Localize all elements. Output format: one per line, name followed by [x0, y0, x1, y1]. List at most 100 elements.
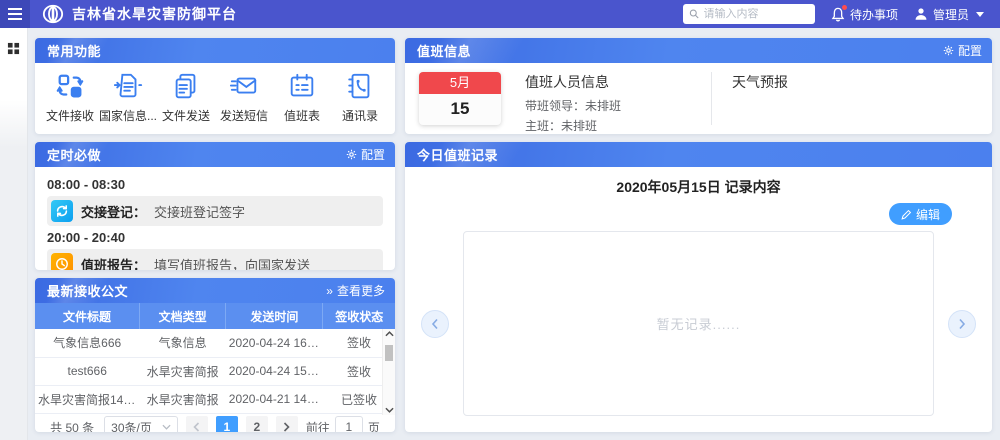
prev-page-button[interactable] [186, 416, 208, 432]
col-header-status: 签收状态 [323, 303, 395, 329]
contacts-icon [345, 71, 375, 101]
carousel-next-button[interactable] [948, 310, 976, 338]
duty-roster-icon [287, 71, 317, 101]
func-file-send[interactable]: 文件发送 [158, 71, 214, 124]
func-file-receive[interactable]: 文件接收 [42, 71, 98, 124]
double-chevron-icon: » [326, 284, 333, 298]
page-size-select[interactable]: 30条/页 [104, 416, 178, 432]
user-label: 管理员 [933, 6, 969, 23]
table-row: test666 水旱灾害简报 2020-04-24 15:1... 签收 [35, 357, 395, 385]
carousel-prev-button[interactable] [421, 310, 449, 338]
main-content: 常用功能 文件接收 国家信息... 文件发送 [28, 28, 1000, 440]
menu-toggle-button[interactable] [0, 0, 30, 28]
chevron-right-icon [283, 422, 290, 432]
calendar-month: 5月 [419, 72, 501, 94]
record-content-box: 暂无记录...... [463, 231, 934, 416]
scrollbar-thumb[interactable] [385, 345, 393, 361]
chevron-right-icon [958, 318, 966, 330]
scheduled-tasks-panel: 定时必做 配置 08:00 - 08:30 交接登记： 交接班登记签字 [35, 142, 395, 270]
doc-type: 水旱灾害简报 [139, 385, 225, 413]
chevron-down-icon [976, 12, 984, 17]
app-logo-icon [42, 3, 64, 25]
today-record-panel: 今日值班记录 2020年05月15日 记录内容 编辑 [405, 142, 992, 432]
view-more-link[interactable]: » 查看更多 [326, 282, 385, 299]
scroll-up-icon[interactable] [385, 331, 394, 337]
chevron-left-icon [193, 422, 200, 432]
chevron-left-icon [431, 318, 439, 330]
doc-title-link[interactable]: test666 [35, 357, 139, 385]
search-box [683, 4, 815, 24]
func-contacts[interactable]: 通讯录 [332, 71, 388, 124]
task-row-report[interactable]: 值班报告： 填写值班报告，向国家发送 [47, 249, 383, 270]
file-send-icon [171, 71, 201, 101]
task-row-handover[interactable]: 交接登记： 交接班登记签字 [47, 196, 383, 226]
calendar-card: 5月 15 星期五 [419, 72, 501, 125]
func-label: 通讯录 [342, 107, 378, 124]
func-send-sms[interactable]: 发送短信 [216, 71, 272, 124]
todo-label: 待办事项 [850, 6, 898, 23]
received-docs-title: 最新接收公文 [47, 281, 128, 300]
doc-time: 2020-04-24 15:1... [226, 357, 323, 385]
doc-title-link[interactable]: 水旱灾害简报1417 [35, 385, 139, 413]
received-docs-panel: 最新接收公文 » 查看更多 文件标题 文档类型 发送时间 [35, 278, 395, 432]
duty-config-link[interactable]: 配置 [943, 42, 982, 59]
report-clock-icon [51, 253, 73, 270]
apps-grid-button[interactable] [7, 42, 20, 55]
user-menu[interactable]: 管理员 [914, 6, 984, 23]
func-label: 发送短信 [220, 107, 268, 124]
gear-icon [346, 149, 357, 160]
col-header-type: 文档类型 [139, 303, 225, 329]
notification-dot [842, 5, 847, 10]
received-docs-table: 文件标题 文档类型 发送时间 签收状态 气象信息666 气象信息 2020-04… [35, 303, 395, 414]
task-desc: 交接班登记签字 [154, 202, 245, 221]
table-row: 气象信息666 气象信息 2020-04-24 16:3... 签收 [35, 329, 395, 357]
task-time: 08:00 - 08:30 [47, 177, 383, 192]
page-button-1[interactable]: 1 [216, 416, 238, 432]
search-icon [689, 8, 700, 20]
func-national-info[interactable]: 国家信息... [100, 71, 156, 124]
top-bar: 吉林省水旱灾害防御平台 待办事项 管理员 [0, 0, 1000, 28]
duty-info-title: 值班信息 [417, 41, 471, 60]
chevron-down-icon [162, 424, 171, 430]
tasks-config-link[interactable]: 配置 [346, 146, 385, 163]
calendar-weekday: 星期五 [419, 119, 501, 125]
pencil-icon [901, 209, 912, 220]
task-time: 20:00 - 20:40 [47, 230, 383, 245]
table-scrollbar[interactable] [382, 329, 395, 415]
scheduled-tasks-title: 定时必做 [47, 145, 101, 164]
today-record-title: 今日值班记录 [417, 145, 498, 164]
next-page-button[interactable] [276, 416, 298, 432]
table-row: 水旱灾害简报1417 水旱灾害简报 2020-04-21 14:1... 已签收 [35, 385, 395, 413]
common-functions-title: 常用功能 [47, 41, 101, 60]
search-input[interactable] [704, 8, 809, 20]
record-date-title: 2020年05月15日 记录内容 [419, 177, 978, 197]
common-functions-panel: 常用功能 文件接收 国家信息... 文件发送 [35, 38, 395, 134]
page-unit-label: 页 [368, 419, 380, 433]
empty-record-text: 暂无记录...... [657, 314, 741, 333]
func-label: 国家信息... [99, 107, 157, 124]
edit-record-button[interactable]: 编辑 [889, 203, 952, 225]
func-duty-roster[interactable]: 值班表 [274, 71, 330, 124]
pagination: 共 50 条 30条/页 1 2 前往 页 [35, 414, 395, 433]
func-label: 文件发送 [162, 107, 210, 124]
goto-page-input[interactable] [335, 416, 363, 432]
handover-icon [51, 200, 73, 222]
bell-icon [831, 7, 845, 22]
task-name: 值班报告： [81, 255, 146, 271]
col-header-time: 发送时间 [226, 303, 323, 329]
todo-menu[interactable]: 待办事项 [831, 6, 898, 23]
func-label: 文件接收 [46, 107, 94, 124]
total-count: 共 50 条 [50, 419, 94, 433]
calendar-day: 15 [419, 94, 501, 119]
page-button-2[interactable]: 2 [246, 416, 268, 432]
user-icon [914, 7, 928, 21]
national-info-icon [113, 71, 143, 101]
personnel-title: 值班人员信息 [525, 72, 705, 92]
table-header-row: 文件标题 文档类型 发送时间 签收状态 [35, 303, 395, 329]
left-sidebar [0, 28, 28, 440]
col-header-title: 文件标题 [35, 303, 139, 329]
duty-main: 主班：未排班 [525, 117, 705, 134]
scroll-down-icon[interactable] [385, 407, 394, 413]
doc-title-link[interactable]: 气象信息666 [35, 329, 139, 357]
doc-time: 2020-04-24 16:3... [226, 329, 323, 357]
